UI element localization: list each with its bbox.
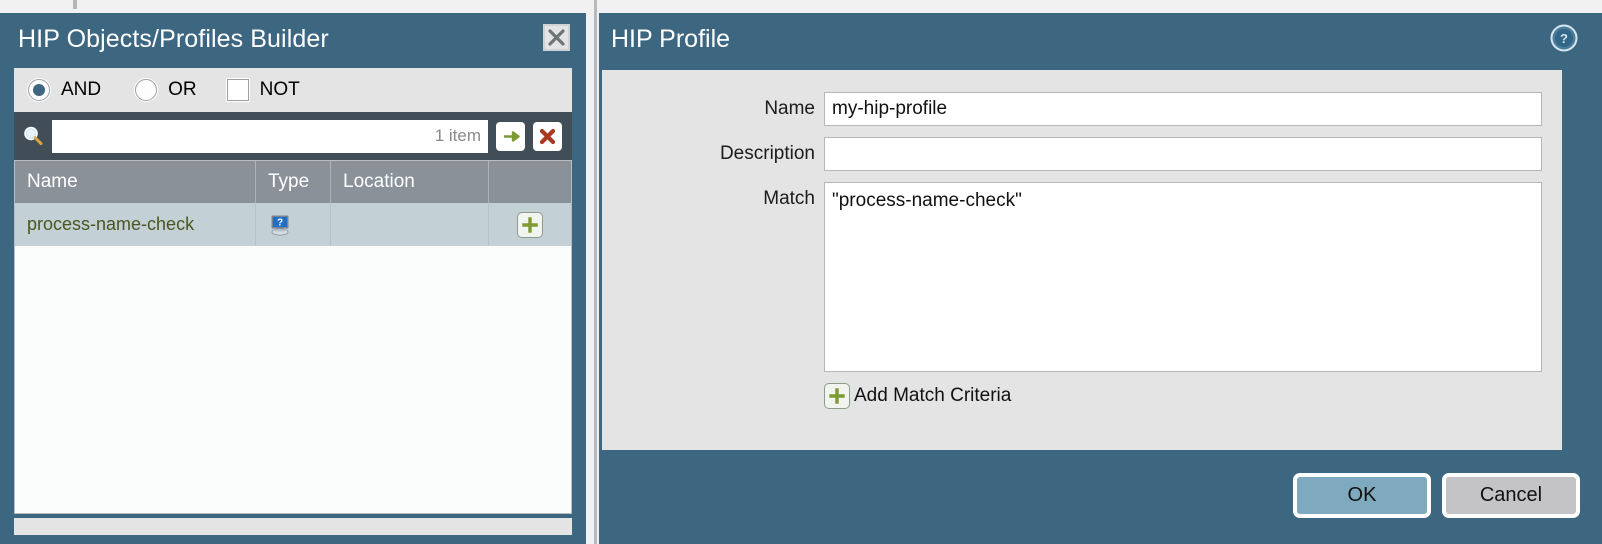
ok-button[interactable]: OK — [1293, 473, 1431, 518]
cell-location — [331, 203, 489, 246]
search-input[interactable] — [52, 120, 488, 153]
column-header-location[interactable]: Location — [331, 161, 489, 203]
field-row-match: Match — [602, 182, 1562, 372]
profile-titlebar: HIP Profile ? — [599, 13, 1602, 65]
builder-titlebar: HIP Objects/Profiles Builder — [0, 13, 586, 65]
match-field[interactable] — [824, 182, 1542, 372]
svg-text:?: ? — [277, 217, 283, 228]
window-edge-tick — [73, 0, 77, 9]
column-header-type[interactable]: Type — [256, 161, 331, 203]
radio-and[interactable]: AND — [28, 79, 101, 101]
close-icon[interactable] — [543, 24, 570, 51]
cell-add-action[interactable] — [489, 203, 571, 246]
plus-icon[interactable] — [517, 212, 543, 238]
green-arrow-right-icon[interactable] — [496, 122, 525, 151]
add-match-criteria-button[interactable]: Add Match Criteria — [824, 383, 1011, 409]
builder-search-bar — [14, 112, 572, 160]
radio-or-indicator — [135, 79, 157, 101]
hip-profile-dialog: HIP Profile ? Name Description Match — [599, 13, 1602, 544]
radio-and-label: AND — [61, 79, 101, 101]
hip-objects-table: Name Type Location process-name-check ? — [14, 160, 572, 514]
table-row[interactable]: process-name-check ? — [15, 203, 571, 246]
help-circle-icon[interactable]: ? — [1550, 24, 1578, 52]
name-field[interactable] — [824, 92, 1542, 126]
panel-divider — [594, 0, 597, 544]
description-field[interactable] — [824, 137, 1542, 171]
red-x-icon[interactable] — [533, 122, 562, 151]
plus-icon — [824, 383, 850, 409]
field-row-description: Description — [602, 137, 1562, 171]
field-row-name: Name — [602, 70, 1562, 126]
hip-objects-profiles-builder-dialog: HIP Objects/Profiles Builder AND OR NOT — [0, 13, 586, 544]
cell-name: process-name-check — [15, 203, 256, 246]
profile-title: HIP Profile — [611, 25, 730, 53]
logic-operator-row: AND OR NOT — [14, 68, 572, 112]
radio-or[interactable]: OR — [135, 79, 197, 101]
checkbox-not[interactable]: NOT — [227, 79, 300, 101]
radio-and-indicator — [28, 79, 50, 101]
checkbox-not-indicator — [227, 79, 249, 101]
builder-title: HIP Objects/Profiles Builder — [18, 25, 329, 53]
computer-question-icon: ? — [256, 203, 331, 246]
cancel-button[interactable]: Cancel — [1442, 473, 1580, 518]
checkbox-not-label: NOT — [260, 79, 300, 101]
search-icon — [14, 125, 52, 147]
column-header-actions — [489, 161, 571, 203]
dialog-button-bar: OK Cancel — [1293, 473, 1580, 518]
svg-text:?: ? — [1560, 31, 1568, 46]
builder-footer-strip — [14, 518, 572, 535]
description-label: Description — [602, 137, 824, 171]
match-label: Match — [602, 182, 824, 216]
table-header-row: Name Type Location — [15, 161, 571, 203]
column-header-name[interactable]: Name — [15, 161, 256, 203]
name-label: Name — [602, 92, 824, 126]
hip-profile-form: Name Description Match Add Match Criteri… — [602, 70, 1562, 450]
add-match-criteria-label: Add Match Criteria — [854, 385, 1011, 407]
radio-or-label: OR — [168, 79, 197, 101]
